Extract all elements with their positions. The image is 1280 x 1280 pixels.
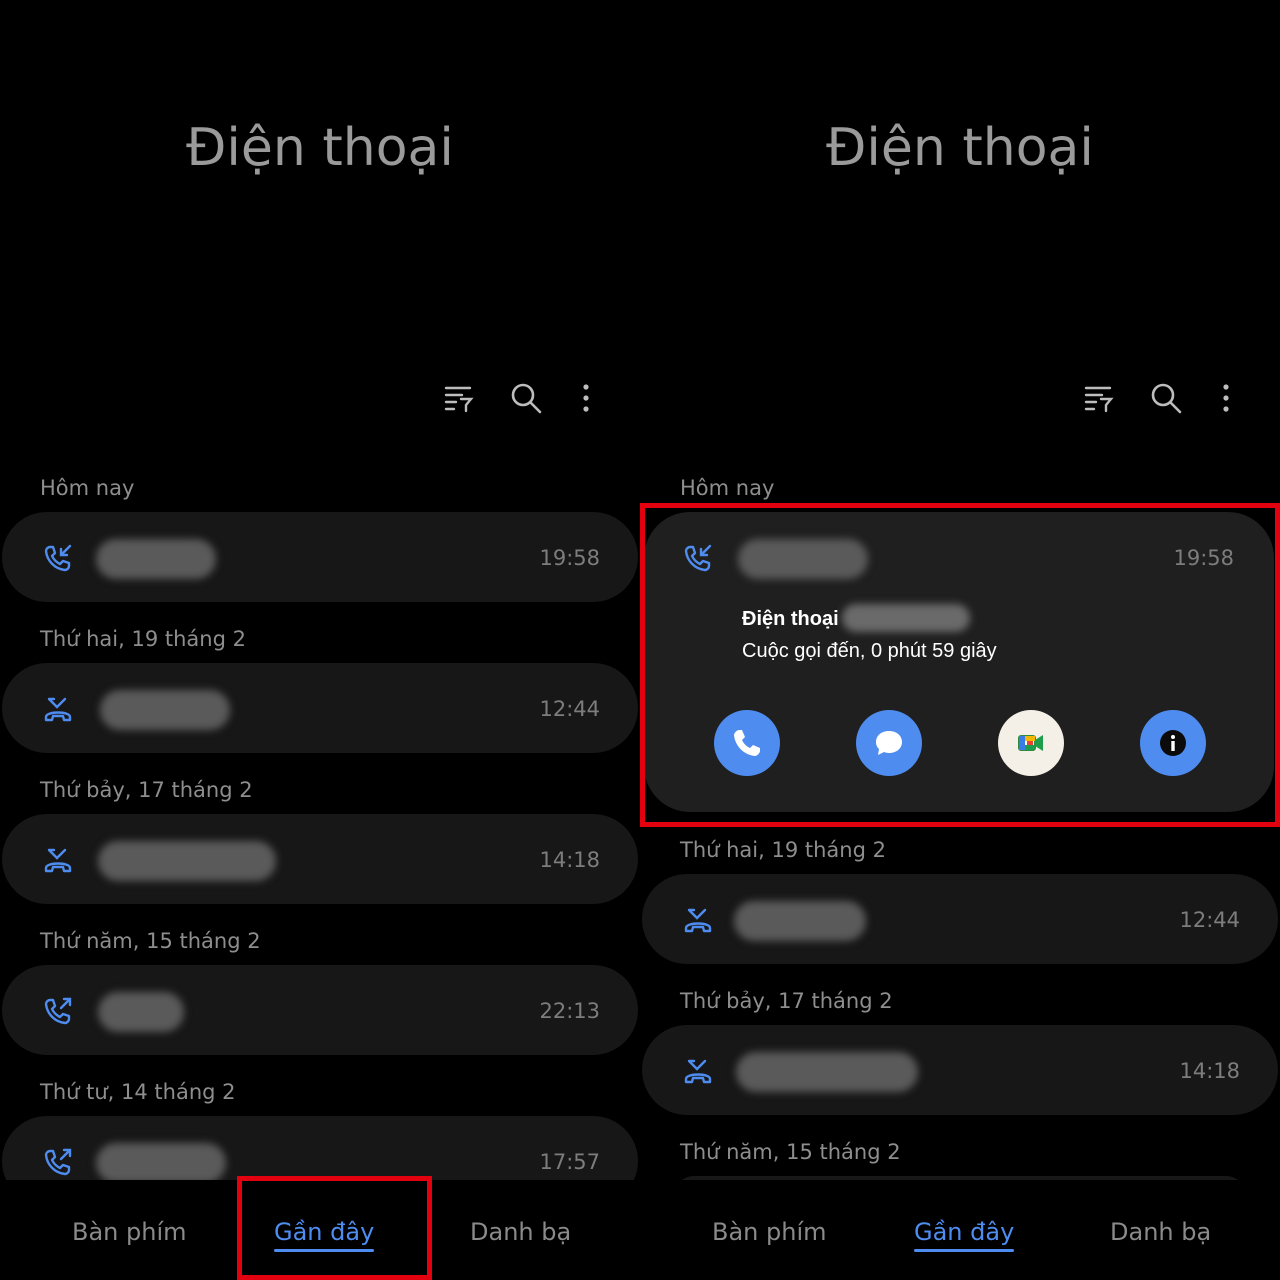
- call-log-item[interactable]: 19:58: [2, 512, 638, 602]
- call-log-item[interactable]: 22:13: [2, 965, 638, 1055]
- missed-call-icon: [44, 697, 72, 722]
- tab-keypad[interactable]: Bàn phím: [72, 1218, 187, 1246]
- missed-call-icon: [44, 848, 72, 873]
- call-log-item[interactable]: 14:18: [642, 1025, 1278, 1115]
- left-panel: Điện thoại Hôm nay 19:58 Thứ hai, 19 thá…: [0, 0, 640, 1280]
- call-log-item[interactable]: 14:18: [2, 814, 638, 904]
- call-time: 14:18: [1179, 1059, 1240, 1083]
- highlight-box: [237, 1176, 432, 1280]
- call-time: 12:44: [539, 697, 600, 721]
- call-log-item[interactable]: 12:44: [642, 874, 1278, 964]
- date-header: Hôm nay: [40, 476, 135, 500]
- more-vertical-icon[interactable]: [1208, 380, 1244, 416]
- tab-recents[interactable]: Gần đây: [914, 1218, 1015, 1252]
- tab-contacts[interactable]: Danh bạ: [470, 1218, 571, 1246]
- missed-call-icon: [684, 908, 712, 933]
- highlight-box: [640, 503, 1280, 827]
- missed-call-icon: [684, 1059, 712, 1084]
- date-header: Thứ năm, 15 tháng 2: [40, 929, 261, 953]
- contact-name-blurred: [98, 841, 276, 881]
- date-header: Thứ hai, 19 tháng 2: [40, 627, 246, 651]
- call-time: 17:57: [539, 1150, 600, 1174]
- more-vertical-icon[interactable]: [568, 380, 604, 416]
- filter-icon[interactable]: [1080, 380, 1116, 416]
- call-time: 22:13: [539, 999, 600, 1023]
- contact-name-blurred: [96, 539, 216, 579]
- search-icon[interactable]: [1148, 380, 1184, 416]
- contact-name-blurred: [734, 901, 866, 941]
- contact-name-blurred: [98, 992, 184, 1032]
- outgoing-call-icon: [44, 1148, 72, 1176]
- tab-contacts[interactable]: Danh bạ: [1110, 1218, 1211, 1246]
- call-time: 19:58: [539, 546, 600, 570]
- bottom-navigation: Bàn phím Gần đây Danh bạ: [640, 1180, 1280, 1280]
- right-panel: Điện thoại Hôm nay 19:58 Điện thoại Cuộc…: [640, 0, 1280, 1280]
- search-icon[interactable]: [508, 380, 544, 416]
- call-log-item[interactable]: 12:44: [2, 663, 638, 753]
- date-header: Thứ bảy, 17 tháng 2: [40, 778, 253, 802]
- date-header: Thứ năm, 15 tháng 2: [680, 1140, 901, 1164]
- contact-name-blurred: [736, 1052, 918, 1092]
- incoming-call-icon: [44, 544, 72, 572]
- contact-name-blurred: [100, 690, 230, 730]
- app-title: Điện thoại: [826, 118, 1094, 178]
- tab-keypad[interactable]: Bàn phím: [712, 1218, 827, 1246]
- call-time: 14:18: [539, 848, 600, 872]
- app-title: Điện thoại: [186, 118, 454, 178]
- filter-icon[interactable]: [440, 380, 476, 416]
- date-header: Thứ hai, 19 tháng 2: [680, 838, 886, 862]
- contact-name-blurred: [96, 1143, 226, 1183]
- call-time: 12:44: [1179, 908, 1240, 932]
- date-header: Hôm nay: [680, 476, 775, 500]
- outgoing-call-icon: [44, 997, 72, 1025]
- date-header: Thứ tư, 14 tháng 2: [40, 1080, 236, 1104]
- date-header: Thứ bảy, 17 tháng 2: [680, 989, 893, 1013]
